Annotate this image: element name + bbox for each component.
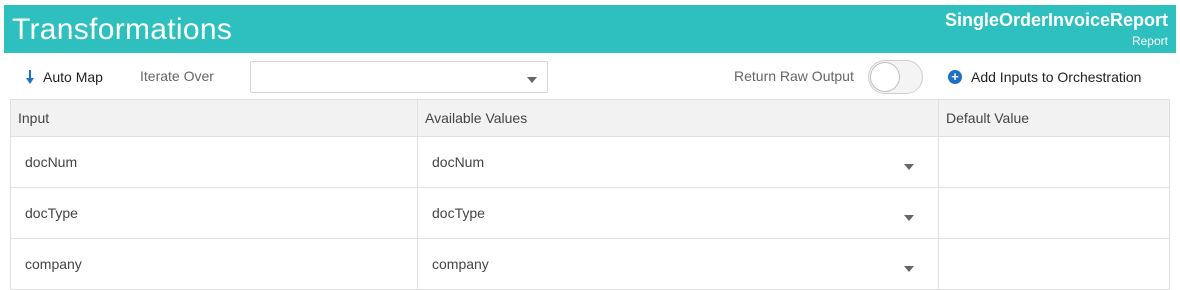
column-header-default-value: Default Value <box>938 99 1170 137</box>
auto-map-button[interactable]: Auto Map <box>26 67 103 87</box>
available-value-select[interactable]: company <box>417 238 939 290</box>
page-header: Transformations SingleOrderInvoiceReport… <box>4 5 1176 53</box>
chevron-down-icon <box>904 266 914 272</box>
available-value-text: docType <box>432 205 485 221</box>
available-value-select[interactable]: docType <box>417 187 939 239</box>
chevron-down-icon <box>904 215 914 221</box>
plus-circle-icon: + <box>948 70 962 84</box>
object-name: SingleOrderInvoiceReport <box>944 10 1168 30</box>
column-header-available-values: Available Values <box>417 99 939 137</box>
return-raw-output-label: Return Raw Output <box>734 68 854 84</box>
available-value-text: company <box>432 256 489 272</box>
default-value-input[interactable] <box>938 187 1170 239</box>
object-type: Report <box>1131 34 1168 48</box>
column-header-input: Input <box>10 99 418 137</box>
page-title: Transformations <box>12 13 233 46</box>
add-inputs-label: Add Inputs to Orchestration <box>971 69 1142 85</box>
table-row: docType docType <box>10 187 1170 239</box>
auto-map-label: Auto Map <box>43 69 103 85</box>
input-cell: docType <box>10 187 418 239</box>
chevron-down-icon <box>527 77 537 83</box>
toggle-knob <box>870 62 900 92</box>
table-row: docNum docNum <box>10 136 1170 188</box>
toolbar: Auto Map Iterate Over Return Raw Output … <box>0 58 1180 96</box>
table-row: company company <box>10 238 1170 290</box>
arrow-down-icon <box>26 70 34 84</box>
iterate-over-select[interactable] <box>250 61 548 93</box>
chevron-down-icon <box>904 164 914 170</box>
input-cell: company <box>10 238 418 290</box>
default-value-input[interactable] <box>938 136 1170 188</box>
default-value-input[interactable] <box>938 238 1170 290</box>
return-raw-output-toggle[interactable] <box>868 60 923 94</box>
available-value-select[interactable]: docNum <box>417 136 939 188</box>
transformations-table: Input Available Values Default Value doc… <box>10 99 1170 290</box>
input-cell: docNum <box>10 136 418 188</box>
iterate-over-label: Iterate Over <box>140 68 214 84</box>
table-header-row: Input Available Values Default Value <box>10 99 1170 137</box>
add-inputs-button[interactable]: + Add Inputs to Orchestration <box>948 67 1141 87</box>
available-value-text: docNum <box>432 154 485 170</box>
